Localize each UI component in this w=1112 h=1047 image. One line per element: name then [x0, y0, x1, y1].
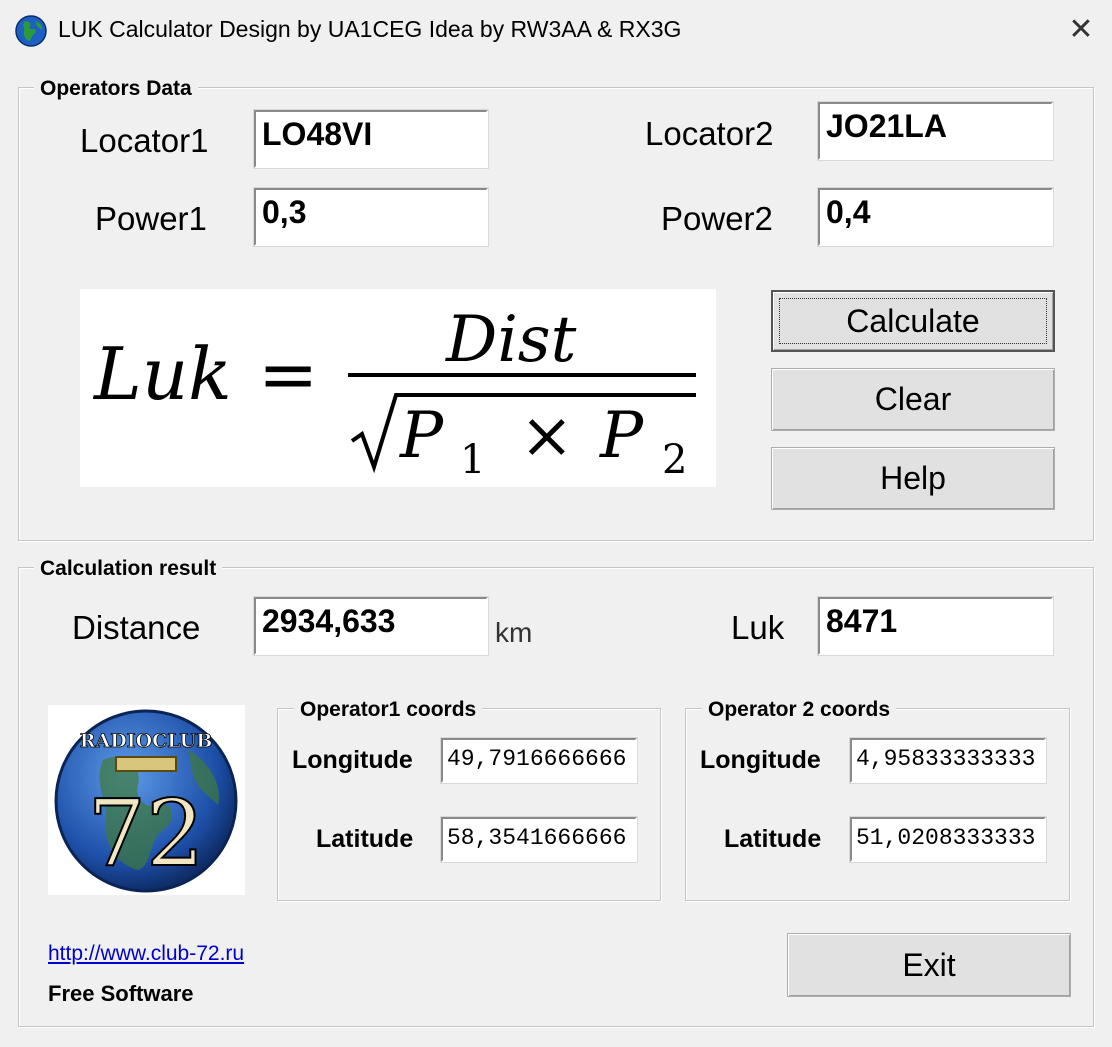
- logo-text: RADIOCLUB: [80, 730, 213, 752]
- clear-button[interactable]: Clear: [771, 368, 1055, 431]
- help-button[interactable]: Help: [771, 447, 1055, 510]
- op2-longitude-field: 4,95833333333: [850, 738, 1046, 783]
- locator1-label: Locator1: [80, 122, 209, 159]
- power1-input[interactable]: 0,3: [254, 188, 488, 246]
- formula-graphic: Luk = Dist P 1 × P 2: [92, 303, 696, 483]
- distance-label: Distance: [72, 609, 201, 646]
- calculate-button[interactable]: Calculate: [771, 290, 1055, 352]
- focus-rect: [779, 298, 1047, 344]
- formula-image: Luk = Dist P 1 × P 2: [80, 289, 716, 487]
- op1-latitude-label: Latitude: [316, 825, 414, 853]
- distance-unit: km: [495, 617, 533, 648]
- logo-graphic: RADIOCLUB 72: [54, 709, 238, 893]
- op1-latitude-field: 58,3541666666: [441, 817, 637, 862]
- power1-label: Power1: [95, 200, 207, 237]
- website-link[interactable]: http://www.club-72.ru: [48, 942, 244, 966]
- clear-button-label: Clear: [874, 381, 952, 417]
- calculation-result-caption: Calculation result: [34, 557, 223, 581]
- op2-latitude-label: Latitude: [724, 825, 822, 853]
- help-button-label: Help: [880, 460, 946, 496]
- distance-output: 2934,633: [254, 597, 488, 655]
- op2-latitude-field: 51,0208333333: [850, 817, 1046, 862]
- formula-p2: P: [599, 399, 644, 473]
- exit-button-label: Exit: [902, 947, 956, 983]
- formula-times: ×: [520, 399, 574, 473]
- close-icon: ✕: [1068, 13, 1094, 46]
- globe-icon: [15, 15, 47, 47]
- free-software-label: Free Software: [48, 981, 194, 1006]
- locator2-input[interactable]: JO21LA: [818, 102, 1053, 160]
- op1-longitude-field: 49,7916666666: [441, 738, 637, 783]
- formula-p2-sub: 2: [662, 437, 687, 483]
- formula-p1: P: [399, 399, 444, 473]
- formula-numerator: Dist: [445, 303, 577, 377]
- title-bar: LUK Calculator Design by UA1CEG Idea by …: [0, 0, 1112, 62]
- locator2-label: Locator2: [645, 115, 774, 152]
- operator1-coords-caption: Operator1 coords: [294, 698, 483, 722]
- power2-input[interactable]: 0,4: [818, 188, 1053, 246]
- operator1-coords-group: [277, 708, 661, 901]
- operator2-coords-caption: Operator 2 coords: [702, 698, 897, 722]
- luk-label: Luk: [731, 609, 785, 646]
- close-button[interactable]: ✕: [1058, 6, 1104, 54]
- power2-label: Power2: [661, 200, 773, 237]
- luk-output: 8471: [818, 597, 1053, 655]
- formula-lhs: Luk: [92, 332, 232, 416]
- operators-data-caption: Operators Data: [34, 77, 198, 101]
- op1-longitude-label: Longitude: [292, 746, 413, 774]
- radioclub-logo: RADIOCLUB 72: [48, 705, 245, 895]
- formula-p1-sub: 1: [460, 437, 485, 483]
- window-title: LUK Calculator Design by UA1CEG Idea by …: [58, 16, 682, 42]
- formula-equals: =: [258, 332, 318, 416]
- op2-longitude-label: Longitude: [700, 746, 821, 774]
- exit-button[interactable]: Exit: [787, 933, 1071, 997]
- logo-number: 72: [87, 780, 204, 887]
- locator1-input[interactable]: LO48VI: [254, 110, 488, 168]
- operator2-coords-group: [685, 708, 1070, 901]
